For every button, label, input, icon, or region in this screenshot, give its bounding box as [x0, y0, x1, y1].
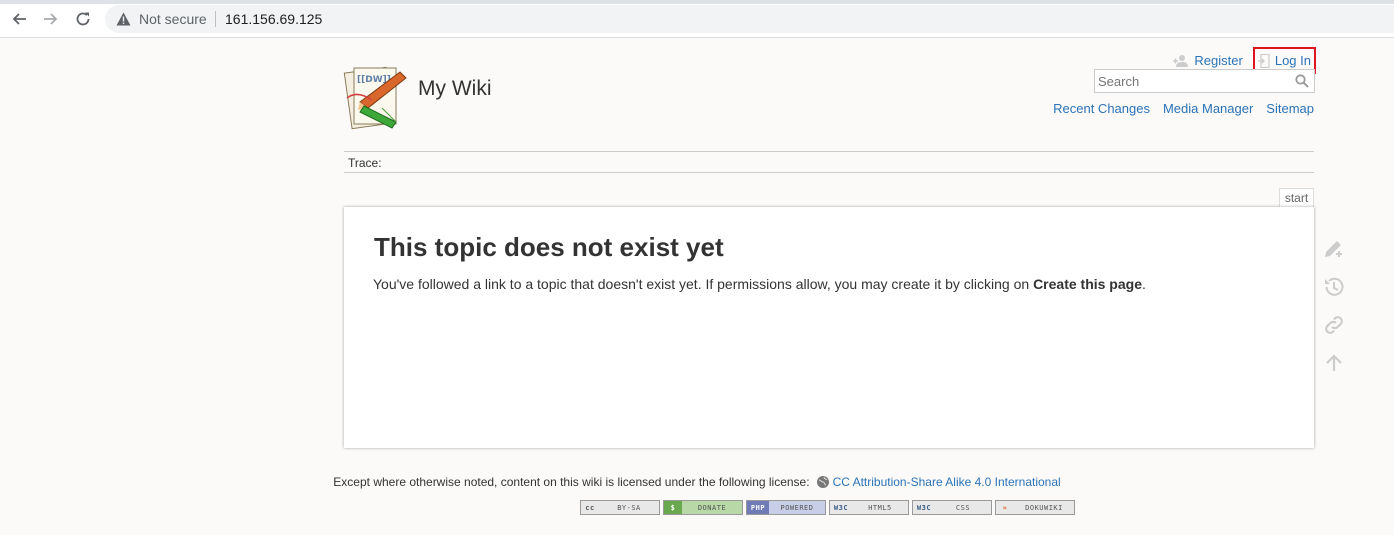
page-content: This topic does not exist yet You've fol… — [344, 207, 1314, 448]
add-user-icon — [1173, 54, 1189, 67]
footer: Except where otherwise noted, content on… — [0, 475, 1394, 489]
site-title[interactable]: My Wiki — [418, 77, 491, 101]
edit-icon[interactable] — [1321, 236, 1347, 262]
page-tools — [1321, 236, 1347, 388]
body-suffix: . — [1142, 276, 1146, 292]
search-box — [1094, 69, 1315, 93]
body-text: You've followed a link to a topic that d… — [373, 276, 1034, 292]
browser-toolbar: Not secure 161.156.69.125 — [0, 0, 1394, 38]
page-body: You've followed a link to a topic that d… — [373, 276, 1146, 292]
html5-badge[interactable]: W3C HTML5 — [829, 500, 909, 515]
url-text[interactable]: 161.156.69.125 — [225, 11, 322, 27]
cc-badge[interactable]: cc BY-SA — [580, 500, 660, 515]
login-label: Log In — [1274, 53, 1311, 68]
license-link[interactable]: CC Attribution-Share Alike 4.0 Internati… — [833, 475, 1061, 489]
back-arrow-icon[interactable] — [8, 8, 30, 30]
reload-icon[interactable] — [72, 8, 94, 30]
address-divider — [215, 11, 216, 27]
create-page-text: Create this page — [1033, 276, 1142, 292]
breadcrumb: Trace: — [344, 151, 1314, 173]
register-link[interactable]: Register — [1173, 53, 1243, 68]
search-icon[interactable] — [1295, 74, 1309, 93]
address-bar[interactable]: Not secure 161.156.69.125 — [105, 5, 1394, 33]
dokuwiki-badge[interactable]: » DOKUWIKI — [995, 500, 1075, 515]
trace-label: Trace: — [348, 156, 382, 170]
forward-arrow-icon[interactable] — [40, 8, 62, 30]
globe-icon — [816, 476, 829, 488]
search-input[interactable] — [1095, 70, 1285, 92]
back-to-top-icon[interactable] — [1321, 350, 1347, 376]
tab-strip — [0, 0, 1394, 4]
backlinks-icon[interactable] — [1321, 312, 1347, 338]
footer-badges: cc BY-SA $ DONATE PHP POWERED W3C HTML5 W3C C… — [580, 500, 1078, 515]
php-badge[interactable]: PHP POWERED — [746, 500, 826, 515]
css-badge[interactable]: W3C CSS — [912, 500, 992, 515]
sitemap-link[interactable]: Sitemap — [1266, 101, 1314, 116]
license-notice: Except where otherwise noted, content on… — [333, 475, 1060, 489]
revisions-icon[interactable] — [1321, 274, 1347, 300]
register-label: Register — [1194, 53, 1243, 68]
warning-icon — [116, 12, 131, 31]
site-tools: Recent Changes Media Manager Sitemap — [1040, 101, 1314, 116]
dokuwiki-logo[interactable]: [[DW]] — [342, 62, 412, 132]
license-text: Except where otherwise noted, content on… — [333, 475, 810, 489]
login-icon — [1257, 53, 1270, 68]
page-heading: This topic does not exist yet — [374, 232, 724, 262]
donate-badge[interactable]: $ DONATE — [663, 500, 743, 515]
recent-changes-link[interactable]: Recent Changes — [1053, 101, 1150, 116]
login-link[interactable]: Log In — [1257, 53, 1311, 68]
security-label: Not secure — [139, 11, 207, 27]
media-manager-link[interactable]: Media Manager — [1163, 101, 1253, 116]
page-id-tab[interactable]: start — [1279, 188, 1314, 207]
